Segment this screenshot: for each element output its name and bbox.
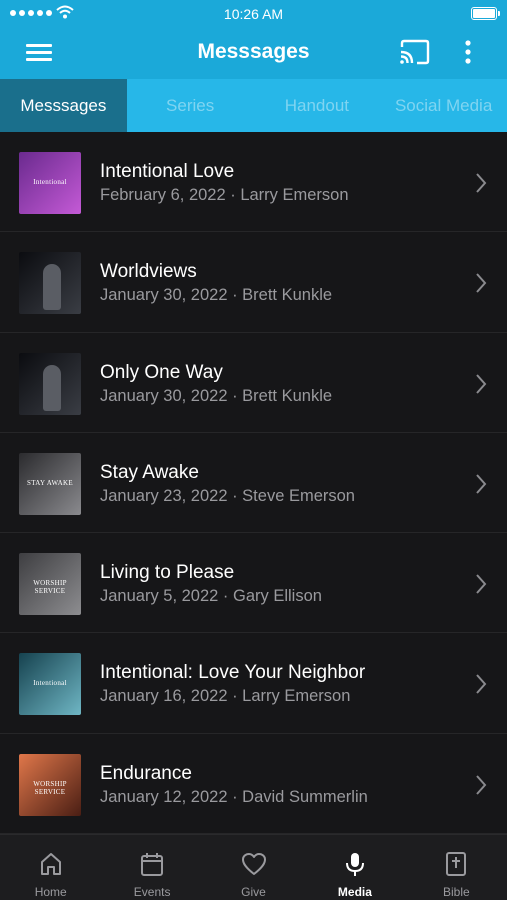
- nav-item-home[interactable]: Home: [0, 835, 101, 900]
- message-thumbnail: [19, 252, 81, 315]
- message-date-speaker: January 5, 2022 · Gary Ellison: [100, 587, 322, 606]
- message-title: Stay Awake: [100, 461, 199, 483]
- cast-icon: [400, 39, 430, 65]
- home-icon: [40, 853, 61, 875]
- status-time: 10:26 AM: [223, 6, 284, 22]
- message-thumbnail: [19, 352, 81, 415]
- nav-label: Events: [133, 885, 171, 899]
- tab-series[interactable]: Series: [127, 79, 254, 132]
- message-row[interactable]: WORSHIP SERVICE Living to Please January 5…: [0, 533, 507, 634]
- thumbnail-text: Intentional: [33, 679, 67, 688]
- message-title: Worldviews: [100, 261, 197, 283]
- thumbnail-text: Intentional: [33, 178, 67, 186]
- message-date-speaker: February 6, 2022 · Larry Emerson: [100, 186, 349, 204]
- chevron-right-icon: [476, 574, 487, 594]
- message-row[interactable]: Worldviews January 30, 2022 · Brett Kunkl…: [0, 232, 507, 333]
- tab-messsages[interactable]: Messsages: [0, 79, 127, 132]
- message-date-speaker: January 30, 2022 · Brett Kunkle: [100, 386, 333, 405]
- message-title: Intentional Love: [100, 161, 235, 182]
- tab-handout[interactable]: Handout: [254, 79, 381, 132]
- nav-item-media[interactable]: Media: [304, 835, 405, 900]
- app-bar: Messsages: [0, 28, 507, 79]
- message-title: Living to Please: [100, 562, 235, 584]
- chevron-right-icon: [476, 674, 487, 695]
- thumbnail-text: STAY AWAKE: [27, 478, 73, 487]
- calendar-icon: [141, 853, 164, 876]
- message-date-speaker: January 12, 2022 · David Summerlin: [100, 787, 368, 806]
- tab-social-media[interactable]: Social Media: [380, 79, 507, 132]
- battery-icon: [471, 7, 500, 20]
- nav-label: Give: [241, 885, 266, 899]
- message-title: Intentional: Love Your Neighbor: [100, 662, 366, 684]
- speaker-figure: [43, 364, 61, 411]
- message-thumbnail: Intentional: [19, 653, 81, 716]
- nav-label: Home: [34, 885, 67, 899]
- message-thumbnail: Intentional: [19, 152, 81, 214]
- nav-item-give[interactable]: Give: [203, 835, 304, 900]
- message-thumbnail: STAY AWAKE: [19, 452, 81, 515]
- message-row[interactable]: Only One Way January 30, 2022 · Brett Kun…: [0, 333, 507, 433]
- message-list: Intentional Intentional Love February 6, 2…: [0, 132, 507, 834]
- chevron-right-icon: [476, 173, 487, 193]
- microphone-icon: [345, 853, 364, 876]
- nav-label: Bible: [442, 885, 470, 899]
- chevron-right-icon: [476, 273, 487, 293]
- more-vertical-icon: [465, 40, 471, 64]
- speaker-figure: [43, 264, 61, 311]
- heart-icon: [241, 853, 266, 875]
- message-date-speaker: January 16, 2022 · Larry Emerson: [100, 687, 351, 706]
- bottom-navigation: Home Events Give Media Bible: [0, 834, 507, 900]
- message-title: Only One Way: [100, 361, 223, 383]
- message-thumbnail: WORSHIP SERVICE: [19, 553, 81, 616]
- more-options-button[interactable]: [456, 38, 480, 68]
- nav-label: Media: [337, 885, 372, 899]
- message-date-speaker: January 30, 2022 · Brett Kunkle: [100, 286, 333, 305]
- chevron-right-icon: [476, 474, 487, 494]
- message-date-speaker: January 23, 2022 · Steve Emerson: [100, 486, 355, 505]
- thumbnail-text: WORSHIP SERVICE: [33, 579, 67, 596]
- status-bar: 10:26 AM: [0, 0, 507, 28]
- cast-button[interactable]: [398, 38, 432, 68]
- chevron-right-icon: [476, 775, 487, 795]
- message-row[interactable]: STAY AWAKE Stay Awake January 23, 2022 · S…: [0, 433, 507, 534]
- message-title: Endurance: [100, 762, 192, 784]
- message-thumbnail: WORSHIP SERVICE: [19, 753, 81, 816]
- message-row[interactable]: Intentional Intentional: Love Your Neighb…: [0, 633, 507, 734]
- nav-item-events[interactable]: Events: [101, 835, 202, 900]
- tab-bar: Messsages Series Handout Social Media: [0, 79, 507, 132]
- bible-icon: [446, 852, 467, 876]
- message-row[interactable]: Intentional Intentional Love February 6, 2…: [0, 132, 507, 233]
- chevron-right-icon: [476, 373, 487, 394]
- nav-item-bible[interactable]: Bible: [406, 835, 507, 900]
- message-row[interactable]: WORSHIP SERVICE Endurance January 12, 2022…: [0, 734, 507, 834]
- thumbnail-text: WORSHIP SERVICE: [33, 779, 67, 796]
